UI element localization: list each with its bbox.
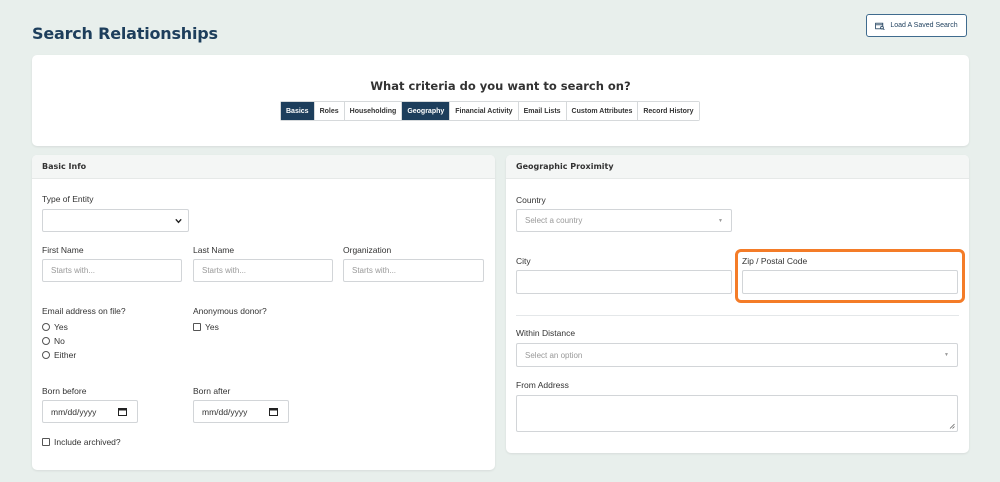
include-archived-checkbox[interactable]: Include archived? <box>42 435 121 449</box>
tab-householding[interactable]: Householding <box>344 102 403 120</box>
country-label: Country <box>516 195 546 205</box>
email-option-either-label: Either <box>54 350 77 360</box>
last-name-label: Last Name <box>193 245 235 255</box>
resize-handle-icon[interactable] <box>949 423 955 429</box>
born-after-input[interactable]: mm/dd/yyyy <box>193 400 289 423</box>
organization-input[interactable]: Starts with... <box>343 259 484 282</box>
within-distance-placeholder: Select an option <box>525 350 583 360</box>
from-address-textarea[interactable] <box>516 395 958 432</box>
country-select[interactable]: Select a country ▼ <box>516 209 732 232</box>
radio-icon <box>42 337 50 345</box>
email-option-no-label: No <box>54 336 65 346</box>
page-title: Search Relationships <box>32 24 218 43</box>
email-on-file-options: Yes No Either <box>42 320 76 362</box>
email-on-file-label: Email address on file? <box>42 306 126 316</box>
chevron-down-icon <box>175 218 182 223</box>
caret-down-icon: ▼ <box>944 352 949 358</box>
tab-record-history[interactable]: Record History <box>638 102 699 120</box>
caret-down-icon: ▼ <box>718 217 723 224</box>
criteria-tabs: Basics Roles Householding Geography Fina… <box>280 101 700 121</box>
load-saved-search-button[interactable]: Load A Saved Search <box>866 14 967 37</box>
anonymous-option-yes-label: Yes <box>205 322 219 332</box>
last-name-input[interactable]: Starts with... <box>193 259 333 282</box>
basic-info-header: Basic Info <box>32 155 495 179</box>
type-of-entity-select[interactable] <box>42 209 189 232</box>
radio-icon <box>42 351 50 359</box>
checkbox-icon <box>42 438 50 446</box>
criteria-panel: What criteria do you want to search on? … <box>32 55 969 146</box>
tab-financial-activity[interactable]: Financial Activity <box>450 102 519 120</box>
born-before-input[interactable]: mm/dd/yyyy <box>42 400 138 423</box>
tab-basics[interactable]: Basics <box>281 102 315 120</box>
criteria-title: What criteria do you want to search on? <box>370 79 631 93</box>
tab-roles[interactable]: Roles <box>314 102 345 120</box>
email-option-yes[interactable]: Yes <box>42 320 76 334</box>
geographic-proximity-panel: Geographic Proximity Country Select a co… <box>506 155 969 453</box>
type-of-entity-label: Type of Entity <box>42 194 94 204</box>
email-option-no[interactable]: No <box>42 334 76 348</box>
country-placeholder: Select a country <box>525 216 583 225</box>
email-option-yes-label: Yes <box>54 322 68 332</box>
folder-search-icon <box>875 22 885 30</box>
divider <box>516 315 959 316</box>
calendar-icon <box>118 408 127 416</box>
tab-email-lists[interactable]: Email Lists <box>518 102 567 120</box>
organization-placeholder: Starts with... <box>352 266 397 275</box>
born-before-value: mm/dd/yyyy <box>51 406 97 417</box>
zip-postal-code-input[interactable] <box>742 270 958 294</box>
city-input[interactable] <box>516 270 732 294</box>
basic-info-panel: Basic Info Type of Entity First Name Sta… <box>32 155 495 470</box>
radio-icon <box>42 323 50 331</box>
email-option-either[interactable]: Either <box>42 348 76 362</box>
born-after-label: Born after <box>193 386 231 396</box>
tab-custom-attributes[interactable]: Custom Attributes <box>566 102 639 120</box>
born-before-label: Born before <box>42 386 87 396</box>
organization-label: Organization <box>343 245 392 255</box>
anonymous-option-yes[interactable]: Yes <box>193 320 219 334</box>
from-address-label: From Address <box>516 380 569 390</box>
first-name-label: First Name <box>42 245 84 255</box>
first-name-input[interactable]: Starts with... <box>42 259 182 282</box>
geographic-proximity-header: Geographic Proximity <box>506 155 969 179</box>
first-name-placeholder: Starts with... <box>51 266 96 275</box>
checkbox-icon <box>193 323 201 331</box>
anonymous-donor-label: Anonymous donor? <box>193 306 267 316</box>
last-name-placeholder: Starts with... <box>202 266 247 275</box>
calendar-icon <box>269 408 278 416</box>
load-saved-search-label: Load A Saved Search <box>890 22 958 29</box>
born-after-value: mm/dd/yyyy <box>202 406 248 417</box>
within-distance-select[interactable]: Select an option ▼ <box>516 343 958 367</box>
anonymous-donor-options: Yes <box>193 320 219 334</box>
include-archived-label: Include archived? <box>54 437 121 447</box>
city-label: City <box>516 256 531 266</box>
zip-postal-code-label: Zip / Postal Code <box>742 256 808 266</box>
within-distance-label: Within Distance <box>516 328 576 338</box>
tab-geography[interactable]: Geography <box>402 102 451 120</box>
